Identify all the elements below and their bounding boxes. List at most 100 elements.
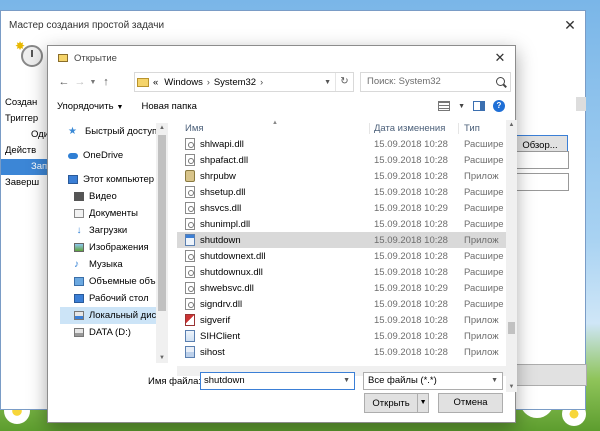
wizard-scrollbar[interactable] (576, 97, 586, 111)
file-row[interactable]: shlwapi.dll 15.09.2018 10:28 Расшире (177, 136, 506, 152)
nav-item-label: DATA (D:) (89, 327, 131, 338)
scroll-down-icon[interactable]: ▼ (506, 382, 517, 392)
column-header-type[interactable]: Тип (459, 123, 506, 134)
video-icon (74, 192, 84, 201)
file-dll-icon (185, 202, 195, 214)
file-row[interactable]: shrpubw 15.09.2018 10:28 Прилож (177, 168, 506, 184)
sort-caret-icon: ▲ (272, 120, 278, 126)
file-type: Расшире (464, 154, 504, 166)
file-row[interactable]: shwebsvc.dll 15.09.2018 10:29 Расшире (177, 280, 506, 296)
organize-menu[interactable]: Упорядочить ▼ (48, 101, 132, 112)
file-name: sigverif (200, 314, 231, 326)
scroll-down-icon[interactable]: ▼ (156, 353, 168, 363)
nav-item-local-disk[interactable]: Локальный дис (60, 307, 168, 324)
file-name-cell: shutdownux.dll (177, 266, 370, 278)
wizard-arguments-field[interactable] (512, 151, 569, 169)
chevron-right-icon[interactable]: › (260, 77, 263, 87)
file-date: 15.09.2018 10:28 (374, 314, 448, 326)
nav-item-data-drive[interactable]: DATA (D:) (60, 324, 168, 341)
file-row[interactable]: shsetup.dll 15.09.2018 10:28 Расшире (177, 184, 506, 200)
organize-label: Упорядочить (57, 100, 114, 112)
nav-item-documents[interactable]: Документы (60, 205, 168, 222)
file-type: Прилож (464, 314, 499, 326)
new-folder-button[interactable]: Новая папка (132, 101, 205, 112)
column-header-date[interactable]: Дата изменения (370, 122, 459, 134)
nav-item-quick-access[interactable]: ★ Быстрый доступ (60, 123, 168, 140)
file-row[interactable]: shutdownux.dll 15.09.2018 10:28 Расшире (177, 264, 506, 280)
file-type: Расшире (464, 250, 504, 262)
back-arrow-icon[interactable]: ← (56, 76, 72, 88)
file-name-cell: shrpubw (177, 170, 370, 182)
scrollbar-thumb[interactable] (158, 135, 166, 311)
breadcrumb-system32[interactable]: System32 (214, 77, 256, 88)
file-name: shunimpl.dll (200, 218, 251, 230)
nav-item-this-pc[interactable]: Этот компьютер (60, 171, 168, 188)
file-name: shsvcs.dll (200, 202, 242, 214)
wizard-start-in-field[interactable] (512, 173, 569, 191)
nav-item-label: Документы (89, 208, 138, 219)
nav-item-desktop[interactable]: Рабочий стол (60, 290, 168, 307)
computer-icon (68, 175, 78, 184)
navigation-pane: ★ Быстрый доступ OneDrive Этот компьютер … (60, 123, 168, 363)
chevron-down-icon[interactable]: ▼ (491, 373, 498, 389)
scroll-up-icon[interactable]: ▲ (506, 120, 517, 130)
navigation-bar: ← → ▼ ↑ « Windows › System32 › ▼ ↻ Поиск… (56, 72, 511, 92)
file-row[interactable]: shsvcs.dll 15.09.2018 10:29 Расшире (177, 200, 506, 216)
column-header-row: ▲ Имя Дата изменения Тип (177, 120, 506, 136)
scrollbar-thumb[interactable] (508, 322, 515, 334)
open-options-chevron-icon[interactable]: ▼ (417, 394, 428, 412)
file-row[interactable]: shpafact.dll 15.09.2018 10:28 Расшире (177, 152, 506, 168)
chevron-down-icon[interactable]: ▼ (458, 103, 465, 110)
file-row[interactable]: shutdownext.dll 15.09.2018 10:28 Расшире (177, 248, 506, 264)
file-shr-icon (185, 170, 195, 182)
recent-locations-chevron-icon[interactable]: ▼ (88, 79, 98, 86)
preview-pane-icon[interactable] (473, 101, 485, 111)
picture-icon (74, 243, 84, 252)
file-host-icon (185, 346, 195, 358)
view-options-icon[interactable] (438, 101, 451, 111)
wizard-close-icon[interactable]: ✕ (555, 17, 585, 34)
nav-item-pictures[interactable]: Изображения (60, 239, 168, 256)
open-button[interactable]: Открыть ▼ (364, 393, 429, 413)
scroll-up-icon[interactable]: ▲ (156, 123, 168, 133)
chevron-down-icon[interactable]: ▼ (324, 79, 331, 86)
open-button-label: Открыть (372, 397, 410, 409)
cancel-button[interactable]: Отмена (438, 393, 503, 413)
file-row[interactable]: SIHClient 15.09.2018 10:28 Прилож (177, 328, 506, 344)
refresh-icon[interactable]: ↻ (335, 73, 353, 91)
nav-item-3d-objects[interactable]: Объемные объ (60, 273, 168, 290)
nav-pane-scrollbar[interactable]: ▲ ▼ (156, 123, 168, 363)
file-type: Прилож (464, 234, 499, 246)
filename-label: Имя файла: (148, 376, 202, 387)
file-name-cell: shlwapi.dll (177, 138, 370, 150)
up-arrow-icon[interactable]: ↑ (98, 76, 114, 88)
help-icon[interactable]: ? (493, 100, 505, 112)
nav-item-onedrive[interactable]: OneDrive (60, 147, 168, 164)
file-type: Прилож (464, 330, 499, 342)
filename-input[interactable]: shutdown ▼ (200, 372, 355, 390)
file-list-scrollbar[interactable]: ▲ ▼ (506, 120, 517, 392)
file-row[interactable]: sigverif 15.09.2018 10:28 Прилож (177, 312, 506, 328)
file-name-cell: signdrv.dll (177, 298, 370, 310)
toolbar-right: ▼ ? (438, 96, 505, 116)
breadcrumb-prefix: « (153, 76, 159, 88)
file-sig-icon (185, 314, 195, 326)
forward-arrow-icon[interactable]: → (72, 76, 88, 88)
nav-item-music[interactable]: ♪ Музыка (60, 256, 168, 273)
wizard-button[interactable] (516, 364, 587, 386)
file-row[interactable]: signdrv.dll 15.09.2018 10:28 Расшире (177, 296, 506, 312)
file-row[interactable]: shunimpl.dll 15.09.2018 10:28 Расшире (177, 216, 506, 232)
file-row[interactable]: shutdown 15.09.2018 10:28 Прилож (177, 232, 506, 248)
file-row[interactable]: sihost 15.09.2018 10:28 Прилож (177, 344, 506, 360)
chevron-down-icon[interactable]: ▼ (343, 373, 350, 389)
address-bar[interactable]: « Windows › System32 › ▼ ↻ (134, 72, 354, 92)
nav-item-downloads[interactable]: ↓ Загрузки (60, 222, 168, 239)
dialog-close-icon[interactable]: ✕ (485, 50, 515, 66)
chevron-right-icon[interactable]: › (207, 77, 210, 87)
breadcrumb-windows[interactable]: Windows (164, 77, 203, 88)
file-name-cell: shwebsvc.dll (177, 282, 370, 294)
search-input[interactable]: Поиск: System32 (360, 72, 511, 92)
search-placeholder: Поиск: System32 (367, 76, 441, 87)
file-type-filter-select[interactable]: Все файлы (*.*) ▼ (363, 372, 503, 390)
nav-item-video[interactable]: Видео (60, 188, 168, 205)
